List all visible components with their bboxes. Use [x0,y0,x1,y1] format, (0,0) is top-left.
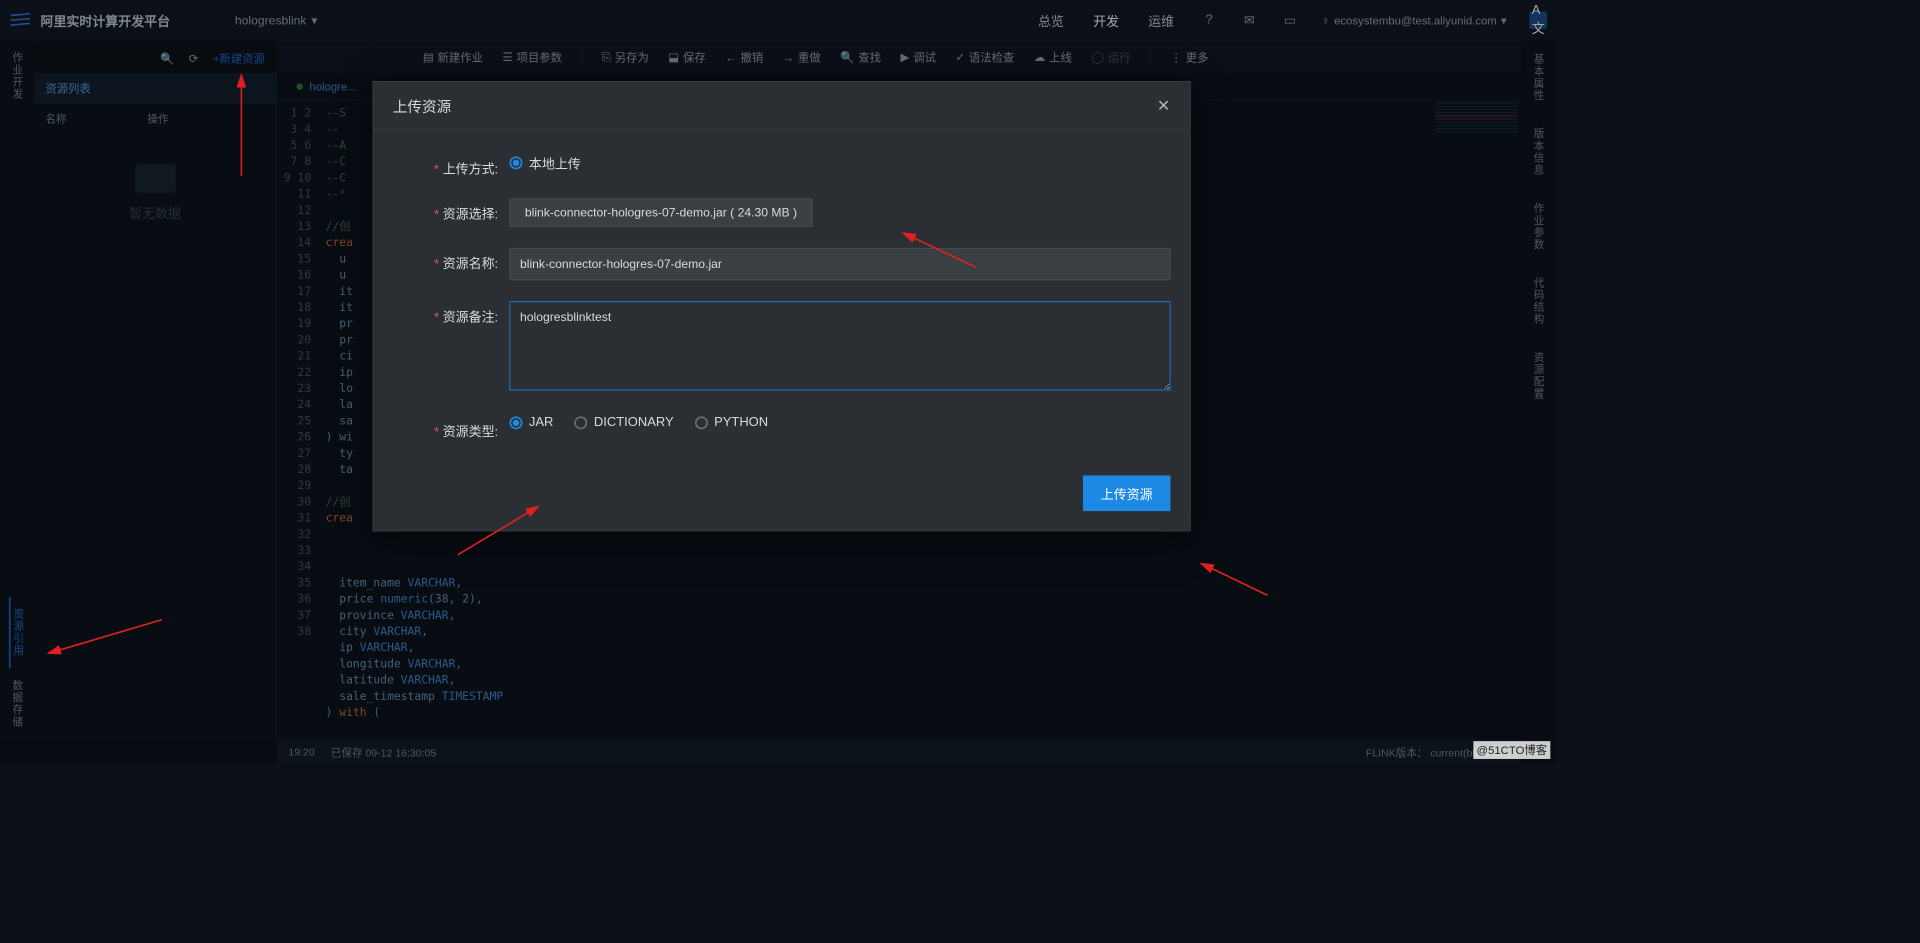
file-select-button[interactable]: blink-connector-hologres-07-demo.jar ( 2… [509,198,812,226]
label-method: 上传方式: [393,153,498,177]
modal-header: 上传资源 ✕ [373,82,1189,131]
label-name: 资源名称: [393,248,498,272]
modal-title: 上传资源 [393,95,451,116]
upload-submit-button[interactable]: 上传资源 [1083,475,1170,511]
resource-remark-textarea[interactable] [509,301,1170,390]
label-select: 资源选择: [393,198,498,222]
radio-local-upload[interactable]: 本地上传 [509,153,580,172]
watermark: @51CTO博客 [1473,741,1550,759]
radio-type-jar[interactable]: JAR [509,416,553,431]
label-type: 资源类型: [393,416,498,440]
radio-type-python[interactable]: PYTHON [695,416,768,431]
radio-type-dictionary[interactable]: DICTIONARY [574,416,673,431]
resource-name-input[interactable] [509,248,1170,280]
upload-resource-modal: 上传资源 ✕ 上传方式: 本地上传 资源选择: blink-connector-… [373,81,1191,531]
close-icon[interactable]: ✕ [1157,96,1171,116]
label-remark: 资源备注: [393,301,498,325]
